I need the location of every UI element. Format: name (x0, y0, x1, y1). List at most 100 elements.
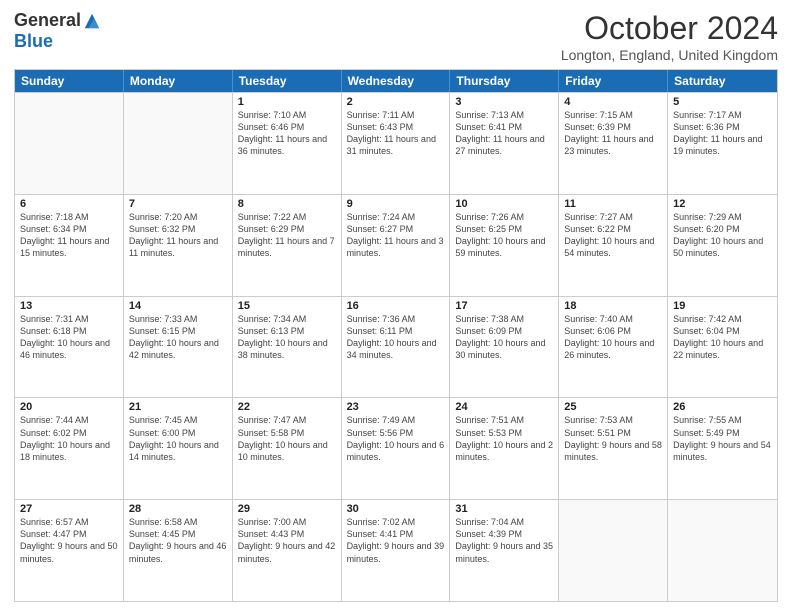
month-title: October 2024 (561, 10, 778, 47)
day-number: 9 (347, 198, 445, 210)
cal-cell (15, 93, 124, 194)
day-number: 22 (238, 401, 336, 413)
cell-info: Sunrise: 7:04 AM Sunset: 4:39 PM Dayligh… (455, 516, 553, 565)
cal-header-day-tuesday: Tuesday (233, 70, 342, 92)
cell-info: Sunrise: 7:00 AM Sunset: 4:43 PM Dayligh… (238, 516, 336, 565)
day-number: 21 (129, 401, 227, 413)
day-number: 24 (455, 401, 553, 413)
cal-cell: 12Sunrise: 7:29 AM Sunset: 6:20 PM Dayli… (668, 195, 777, 296)
day-number: 15 (238, 300, 336, 312)
day-number: 10 (455, 198, 553, 210)
cell-info: Sunrise: 7:18 AM Sunset: 6:34 PM Dayligh… (20, 211, 118, 260)
cal-cell: 1Sunrise: 7:10 AM Sunset: 6:46 PM Daylig… (233, 93, 342, 194)
cell-info: Sunrise: 7:24 AM Sunset: 6:27 PM Dayligh… (347, 211, 445, 260)
day-number: 1 (238, 96, 336, 108)
logo-general-text: General (14, 10, 81, 31)
day-number: 3 (455, 96, 553, 108)
cell-info: Sunrise: 7:02 AM Sunset: 4:41 PM Dayligh… (347, 516, 445, 565)
cal-cell: 6Sunrise: 7:18 AM Sunset: 6:34 PM Daylig… (15, 195, 124, 296)
day-number: 12 (673, 198, 772, 210)
cal-header-day-friday: Friday (559, 70, 668, 92)
cal-cell: 11Sunrise: 7:27 AM Sunset: 6:22 PM Dayli… (559, 195, 668, 296)
cal-cell: 30Sunrise: 7:02 AM Sunset: 4:41 PM Dayli… (342, 500, 451, 601)
cal-cell: 9Sunrise: 7:24 AM Sunset: 6:27 PM Daylig… (342, 195, 451, 296)
cell-info: Sunrise: 7:51 AM Sunset: 5:53 PM Dayligh… (455, 414, 553, 463)
day-number: 25 (564, 401, 662, 413)
cell-info: Sunrise: 7:36 AM Sunset: 6:11 PM Dayligh… (347, 313, 445, 362)
day-number: 30 (347, 503, 445, 515)
cell-info: Sunrise: 7:45 AM Sunset: 6:00 PM Dayligh… (129, 414, 227, 463)
cell-info: Sunrise: 7:34 AM Sunset: 6:13 PM Dayligh… (238, 313, 336, 362)
cal-cell: 26Sunrise: 7:55 AM Sunset: 5:49 PM Dayli… (668, 398, 777, 499)
logo: General Blue (14, 10, 101, 52)
cell-info: Sunrise: 7:33 AM Sunset: 6:15 PM Dayligh… (129, 313, 227, 362)
day-number: 31 (455, 503, 553, 515)
cal-cell: 24Sunrise: 7:51 AM Sunset: 5:53 PM Dayli… (450, 398, 559, 499)
cal-cell (559, 500, 668, 601)
cal-cell: 5Sunrise: 7:17 AM Sunset: 6:36 PM Daylig… (668, 93, 777, 194)
cell-info: Sunrise: 7:49 AM Sunset: 5:56 PM Dayligh… (347, 414, 445, 463)
cal-header-day-sunday: Sunday (15, 70, 124, 92)
cal-cell: 25Sunrise: 7:53 AM Sunset: 5:51 PM Dayli… (559, 398, 668, 499)
day-number: 28 (129, 503, 227, 515)
cal-cell: 14Sunrise: 7:33 AM Sunset: 6:15 PM Dayli… (124, 297, 233, 398)
cal-cell: 19Sunrise: 7:42 AM Sunset: 6:04 PM Dayli… (668, 297, 777, 398)
cal-cell: 27Sunrise: 6:57 AM Sunset: 4:47 PM Dayli… (15, 500, 124, 601)
calendar-header: SundayMondayTuesdayWednesdayThursdayFrid… (15, 70, 777, 92)
day-number: 16 (347, 300, 445, 312)
day-number: 5 (673, 96, 772, 108)
location: Longton, England, United Kingdom (561, 47, 778, 63)
calendar-body: 1Sunrise: 7:10 AM Sunset: 6:46 PM Daylig… (15, 92, 777, 601)
cell-info: Sunrise: 7:27 AM Sunset: 6:22 PM Dayligh… (564, 211, 662, 260)
day-number: 23 (347, 401, 445, 413)
cal-header-day-wednesday: Wednesday (342, 70, 451, 92)
cal-week-4: 20Sunrise: 7:44 AM Sunset: 6:02 PM Dayli… (15, 397, 777, 499)
cell-info: Sunrise: 7:26 AM Sunset: 6:25 PM Dayligh… (455, 211, 553, 260)
cal-cell: 31Sunrise: 7:04 AM Sunset: 4:39 PM Dayli… (450, 500, 559, 601)
cal-cell: 10Sunrise: 7:26 AM Sunset: 6:25 PM Dayli… (450, 195, 559, 296)
cell-info: Sunrise: 7:47 AM Sunset: 5:58 PM Dayligh… (238, 414, 336, 463)
cal-cell: 4Sunrise: 7:15 AM Sunset: 6:39 PM Daylig… (559, 93, 668, 194)
logo-blue-text: Blue (14, 31, 53, 52)
cal-cell: 16Sunrise: 7:36 AM Sunset: 6:11 PM Dayli… (342, 297, 451, 398)
day-number: 7 (129, 198, 227, 210)
cal-cell: 23Sunrise: 7:49 AM Sunset: 5:56 PM Dayli… (342, 398, 451, 499)
day-number: 11 (564, 198, 662, 210)
cal-week-3: 13Sunrise: 7:31 AM Sunset: 6:18 PM Dayli… (15, 296, 777, 398)
cell-info: Sunrise: 7:20 AM Sunset: 6:32 PM Dayligh… (129, 211, 227, 260)
cal-cell (124, 93, 233, 194)
day-number: 6 (20, 198, 118, 210)
day-number: 14 (129, 300, 227, 312)
header-right: October 2024 Longton, England, United Ki… (561, 10, 778, 63)
cell-info: Sunrise: 7:10 AM Sunset: 6:46 PM Dayligh… (238, 109, 336, 158)
cal-cell: 21Sunrise: 7:45 AM Sunset: 6:00 PM Dayli… (124, 398, 233, 499)
cal-cell: 29Sunrise: 7:00 AM Sunset: 4:43 PM Dayli… (233, 500, 342, 601)
day-number: 18 (564, 300, 662, 312)
cal-cell (668, 500, 777, 601)
day-number: 4 (564, 96, 662, 108)
cal-cell: 7Sunrise: 7:20 AM Sunset: 6:32 PM Daylig… (124, 195, 233, 296)
cal-cell: 8Sunrise: 7:22 AM Sunset: 6:29 PM Daylig… (233, 195, 342, 296)
cell-info: Sunrise: 6:57 AM Sunset: 4:47 PM Dayligh… (20, 516, 118, 565)
day-number: 20 (20, 401, 118, 413)
header: General Blue October 2024 Longton, Engla… (14, 10, 778, 63)
cal-week-5: 27Sunrise: 6:57 AM Sunset: 4:47 PM Dayli… (15, 499, 777, 601)
cal-cell: 2Sunrise: 7:11 AM Sunset: 6:43 PM Daylig… (342, 93, 451, 194)
cell-info: Sunrise: 7:29 AM Sunset: 6:20 PM Dayligh… (673, 211, 772, 260)
cal-cell: 18Sunrise: 7:40 AM Sunset: 6:06 PM Dayli… (559, 297, 668, 398)
cell-info: Sunrise: 7:40 AM Sunset: 6:06 PM Dayligh… (564, 313, 662, 362)
cal-header-day-thursday: Thursday (450, 70, 559, 92)
cell-info: Sunrise: 7:38 AM Sunset: 6:09 PM Dayligh… (455, 313, 553, 362)
day-number: 27 (20, 503, 118, 515)
page: General Blue October 2024 Longton, Engla… (0, 0, 792, 612)
day-number: 19 (673, 300, 772, 312)
day-number: 26 (673, 401, 772, 413)
cell-info: Sunrise: 7:31 AM Sunset: 6:18 PM Dayligh… (20, 313, 118, 362)
day-number: 13 (20, 300, 118, 312)
day-number: 17 (455, 300, 553, 312)
cell-info: Sunrise: 7:55 AM Sunset: 5:49 PM Dayligh… (673, 414, 772, 463)
cal-cell: 17Sunrise: 7:38 AM Sunset: 6:09 PM Dayli… (450, 297, 559, 398)
cal-cell: 28Sunrise: 6:58 AM Sunset: 4:45 PM Dayli… (124, 500, 233, 601)
calendar: SundayMondayTuesdayWednesdayThursdayFrid… (14, 69, 778, 602)
cell-info: Sunrise: 7:44 AM Sunset: 6:02 PM Dayligh… (20, 414, 118, 463)
